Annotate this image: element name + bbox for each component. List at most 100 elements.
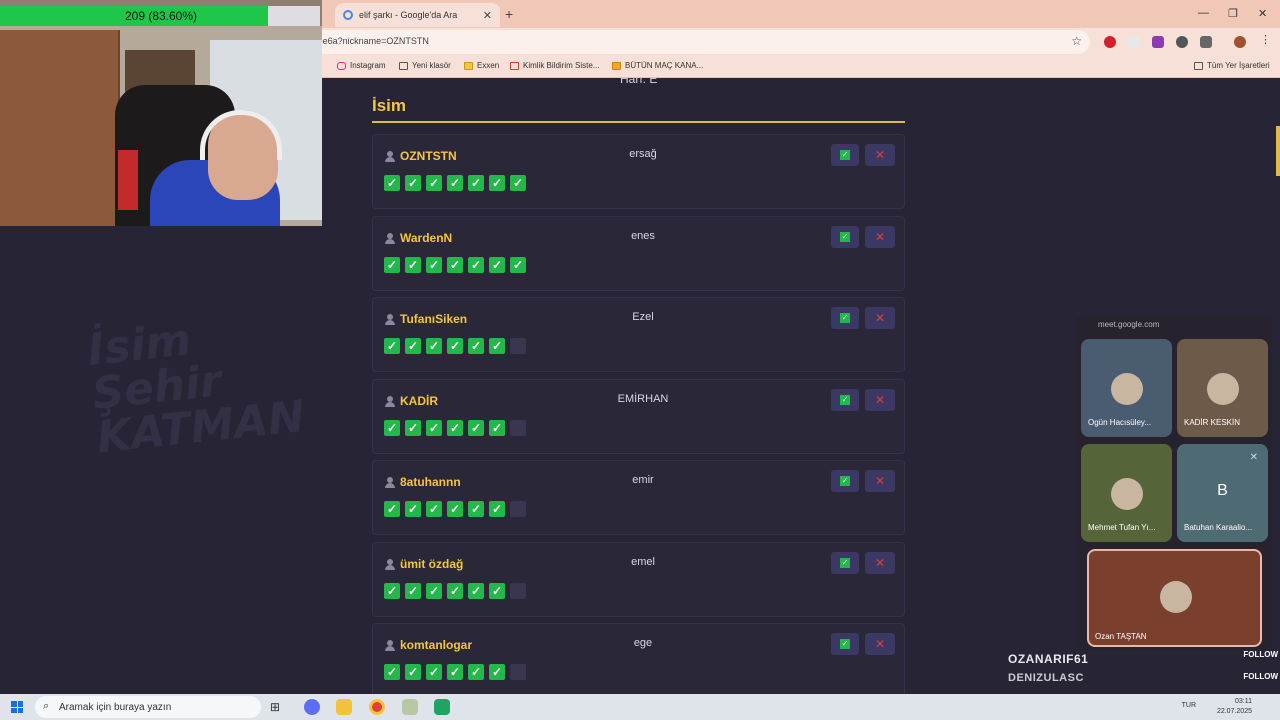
participant-avatar (1207, 373, 1239, 405)
approved-check-icon: ✓ (468, 664, 484, 680)
approved-check-icon: ✓ (510, 256, 526, 273)
taskbar-clock[interactable]: 03:11 22.07.2025 (1217, 697, 1252, 717)
player-answer: EMİRHAN (617, 392, 669, 405)
category-divider (372, 121, 905, 123)
approved-check-icon: ✓ (405, 175, 421, 191)
participant-tile[interactable]: KADİR KESKİN (1177, 339, 1268, 437)
extension-purple-icon[interactable] (1152, 36, 1164, 48)
jp-icon (612, 61, 621, 70)
approve-button[interactable]: ✓ (831, 144, 859, 166)
tab-google-search[interactable]: elif şarkı - Google'da Ara ✕ (335, 3, 500, 27)
approved-check-icon: ✓ (405, 582, 421, 599)
approved-check-icon: ✓ (447, 419, 463, 436)
player-nickname: TufanıSiken (400, 312, 468, 326)
reject-button[interactable]: ✕ (865, 470, 895, 492)
follower-name: OZANARIF61 (1008, 652, 1089, 666)
windows-start-icon[interactable] (11, 701, 23, 713)
participant-name: KADİR KESKİN (1184, 418, 1241, 427)
clock-date: 22.07.2025 (1216, 708, 1252, 715)
approved-check-icon: ✓ (426, 419, 442, 436)
approved-check-icon: ✓ (489, 256, 505, 273)
approved-check-icon: ✓ (426, 501, 442, 517)
approved-check-icon: ✓ (489, 419, 505, 436)
reject-button[interactable]: ✕ (865, 225, 895, 248)
all-bookmarks[interactable]: Tüm Yer İşaretleri (1194, 61, 1270, 70)
approved-check-icon: ✓ (510, 175, 526, 191)
instagram-icon (337, 61, 346, 70)
search-placeholder: Aramak için buraya yazın (59, 702, 172, 713)
participant-tile[interactable]: Mehmet Tufan Yı... (1081, 444, 1172, 542)
bookmark-label: Tüm Yer İşaretleri (1207, 61, 1270, 70)
meet-url: meet.google.com (1098, 320, 1160, 329)
app-icon[interactable] (402, 699, 418, 715)
reject-button[interactable]: ✕ (865, 551, 895, 574)
reject-button[interactable]: ✕ (865, 388, 895, 411)
participant-tile[interactable]: ✕ B Batuhan Karaalio... (1177, 444, 1268, 542)
kimlik-icon (510, 61, 519, 70)
reject-button[interactable]: ✕ (865, 144, 895, 166)
task-view-icon[interactable]: ⊞ (270, 700, 286, 716)
round-letter-label: Harf: E (620, 78, 658, 86)
taskbar-search[interactable]: ⌕ Aramak için buraya yazın (35, 696, 261, 718)
participant-initial: B (1217, 482, 1228, 499)
extension-dark-icon[interactable] (1176, 36, 1188, 48)
restore-icon[interactable]: ❐ (1228, 7, 1238, 20)
reject-button[interactable]: ✕ (865, 633, 895, 655)
file-explorer-icon[interactable] (336, 699, 352, 715)
menu-dots-icon[interactable]: ⋮ (1260, 33, 1272, 46)
player-nickname: komtanlogar (400, 638, 473, 652)
clock-time: 03:11 (1235, 698, 1252, 705)
player-nickname: ümit özdağ (400, 556, 464, 571)
webcam-wardrobe (0, 30, 120, 226)
user-icon (385, 151, 395, 162)
active-speaker-tile[interactable]: Ozan TAŞTAN (1087, 549, 1262, 647)
approved-check-icon: ✓ (426, 175, 442, 191)
viewer-goal-text: 209 (83.60%) (124, 9, 198, 23)
extensions-puzzle-icon[interactable] (1200, 36, 1212, 48)
follow-label: FOLLOW (1243, 672, 1278, 681)
bookmark-butun-mac[interactable]: BÜTÜN MAÇ KANA... (612, 61, 703, 70)
extension-icon[interactable] (1128, 36, 1140, 48)
approve-button[interactable]: ✓ (831, 551, 859, 574)
meet-pip-panel: meet.google.com Ogün Hacısüley... KADİR … (1076, 316, 1272, 650)
copilot-icon[interactable] (304, 699, 320, 715)
approve-button[interactable]: ✓ (831, 470, 859, 492)
approved-check-icon: ✓ (489, 582, 505, 599)
meet-app-icon[interactable] (434, 699, 450, 715)
bookmark-label: Instagram (350, 61, 386, 70)
approve-button[interactable]: ✓ (831, 307, 859, 329)
bookmark-yeni-klasor[interactable]: Yeni klasör (399, 61, 451, 70)
bookmark-instagram[interactable]: Instagram (337, 61, 386, 70)
extension-opera-icon[interactable] (1104, 36, 1116, 48)
language-indicator[interactable]: TUR (1182, 702, 1196, 709)
result-card: WardenN enes ✓ ✓ ✓ ✓ ✓ ✓ ✓ ✓ ✕ (372, 215, 905, 291)
approved-check-icon: ✓ (384, 256, 400, 273)
approved-check-icon: ✓ (489, 664, 505, 680)
minimize-icon[interactable]: — (1198, 7, 1209, 19)
result-card: 8atuhannn emir ✓ ✓ ✓ ✓ ✓ ✓ ✓ ✕ (372, 460, 905, 535)
player-nickname: 8atuhannn (400, 475, 461, 489)
participant-tile[interactable]: Ogün Hacısüley... (1081, 339, 1172, 437)
empty-vote-slot (510, 582, 526, 599)
approve-button[interactable]: ✓ (831, 633, 859, 655)
approved-check-icon: ✓ (384, 175, 400, 191)
approved-check-icon: ✓ (384, 338, 400, 354)
new-tab-button[interactable]: + (505, 6, 513, 22)
close-window-icon[interactable]: ✕ (1258, 7, 1267, 20)
tab-title: elif şarkı - Google'da Ara (359, 10, 458, 20)
approve-button[interactable]: ✓ (831, 225, 859, 248)
check-icon: ✓ (840, 150, 850, 160)
profile-avatar[interactable] (1234, 36, 1246, 48)
player-answer: enes (631, 229, 655, 242)
bookmark-star-icon[interactable]: ☆ (1071, 34, 1082, 48)
reject-button[interactable]: ✕ (865, 307, 895, 329)
chrome-icon[interactable] (369, 699, 385, 715)
approve-button[interactable]: ✓ (831, 388, 859, 411)
approved-check-icon: ✓ (489, 175, 505, 191)
scrollbar-thumb[interactable] (1276, 126, 1280, 176)
approved-check-icon: ✓ (447, 256, 463, 273)
close-tab-icon[interactable]: ✕ (483, 9, 492, 22)
bookmark-exxen[interactable]: Exxen (464, 61, 499, 70)
bookmark-kimlik[interactable]: Kimlik Bildirim Siste... (510, 61, 599, 70)
follow-label: FOLLOW (1243, 650, 1278, 659)
